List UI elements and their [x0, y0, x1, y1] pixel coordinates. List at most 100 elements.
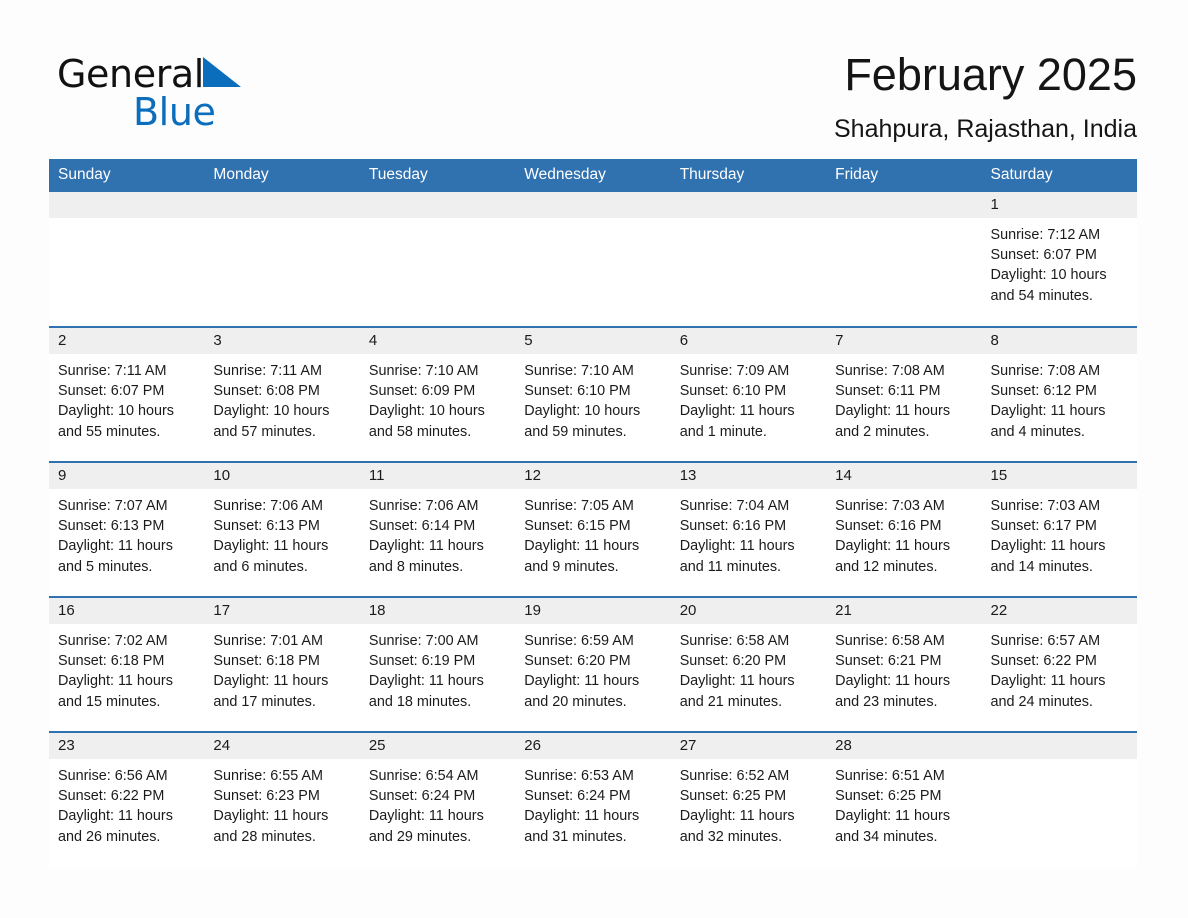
sunrise-text: Sunrise: 7:10 AM	[524, 363, 634, 379]
day-number: 19	[515, 598, 671, 624]
day-number: 25	[359, 733, 516, 759]
sunset-text: Sunset: 6:21 PM	[835, 653, 942, 670]
calendar-day-cell[interactable]: 13 Sunrise: 7:04 AM Sunset: 6:16 PM Dayligh…	[670, 461, 827, 597]
day-number: 23	[49, 733, 205, 759]
calendar-day-cell[interactable]: 21 Sunrise: 6:58 AM Sunset: 6:21 PM Dayligh…	[826, 596, 982, 732]
day-number	[981, 733, 1137, 759]
sunset-text: Sunset: 6:22 PM	[990, 653, 1097, 670]
sunset-text: Sunset: 6:20 PM	[679, 653, 787, 670]
daylight-text: Daylight: 11 hours and 11 minutes.	[679, 538, 795, 575]
calendar-body: 1 Sunrise: 7:12 AM Sunset: 6:07 PM Daylight…	[49, 192, 1137, 867]
day-number: 17	[204, 598, 360, 624]
day-details: Sunrise: 6:56 AM Sunset: 6:22 PM Daylight:…	[49, 759, 204, 847]
calendar-day-cell[interactable]: 11 Sunrise: 7:06 AM Sunset: 6:14 PM Dayligh…	[359, 461, 516, 597]
calendar-day-cell[interactable]: 10 Sunrise: 7:06 AM Sunset: 6:13 PM Dayligh…	[204, 461, 360, 597]
calendar-day-cell[interactable]: 16 Sunrise: 7:02 AM Sunset: 6:18 PM Dayligh…	[49, 596, 205, 732]
daylight-text: Daylight: 11 hours and 5 minutes.	[58, 538, 173, 575]
daylight-text: Daylight: 11 hours and 21 minutes.	[679, 673, 795, 710]
calendar-day-cell[interactable]: 25 Sunrise: 6:54 AM Sunset: 6:24 PM Dayligh…	[359, 731, 516, 867]
day-details: Sunrise: 7:07 AM Sunset: 6:13 PM Daylight:…	[49, 489, 204, 577]
sunrise-sunset-calendar-table: Sunday Monday Tuesday Wednesday Thursday…	[49, 159, 1137, 867]
sunset-text: Sunset: 6:25 PM	[679, 788, 787, 805]
calendar-day-cell[interactable]: 26 Sunrise: 6:53 AM Sunset: 6:24 PM Dayligh…	[515, 731, 671, 867]
daylight-text: Daylight: 11 hours and 17 minutes.	[213, 673, 329, 710]
calendar-day-cell[interactable]: 20 Sunrise: 6:58 AM Sunset: 6:20 PM Dayligh…	[670, 596, 827, 732]
day-details: Sunrise: 7:11 AM Sunset: 6:07 PM Daylight:…	[49, 354, 204, 442]
calendar-day-cell[interactable]: 6 Sunrise: 7:09 AM Sunset: 6:10 PM Daylight…	[670, 326, 827, 462]
day-details: Sunrise: 7:12 AM Sunset: 6:07 PM Daylight:…	[982, 218, 1137, 306]
calendar-day-cell-empty	[515, 192, 671, 327]
title-block: February 2025 Shahpura, Rajasthan, India	[834, 48, 1137, 144]
brand-logo[interactable]: General Blue	[57, 52, 357, 142]
calendar-week-row: 2 Sunrise: 7:11 AM Sunset: 6:07 PM Daylight…	[49, 326, 1137, 462]
sunset-text: Sunset: 6:14 PM	[368, 518, 476, 535]
calendar-week-row: 23 Sunrise: 6:56 AM Sunset: 6:22 PM Dayligh…	[49, 731, 1137, 867]
day-number: 11	[359, 463, 516, 489]
day-number: 15	[981, 463, 1137, 489]
sunset-text: Sunset: 6:15 PM	[524, 518, 631, 535]
calendar-day-cell[interactable]: 19 Sunrise: 6:59 AM Sunset: 6:20 PM Dayligh…	[515, 596, 671, 732]
calendar-day-cell[interactable]: 24 Sunrise: 6:55 AM Sunset: 6:23 PM Dayligh…	[204, 731, 360, 867]
calendar-day-cell[interactable]: 3 Sunrise: 7:11 AM Sunset: 6:08 PM Daylight…	[204, 326, 360, 462]
sunset-text: Sunset: 6:20 PM	[524, 653, 631, 670]
calendar-page: General Blue February 2025 Shahpura, Raj…	[0, 0, 1188, 918]
daylight-text: Daylight: 11 hours and 6 minutes.	[213, 538, 329, 575]
sunset-text: Sunset: 6:25 PM	[835, 788, 942, 805]
day-details: Sunrise: 7:02 AM Sunset: 6:18 PM Daylight:…	[49, 624, 204, 712]
column-header-monday: Monday	[204, 159, 360, 192]
sunset-text: Sunset: 6:09 PM	[368, 383, 476, 400]
calendar-day-cell[interactable]: 2 Sunrise: 7:11 AM Sunset: 6:07 PM Daylight…	[49, 326, 205, 462]
day-details: Sunrise: 7:06 AM Sunset: 6:14 PM Daylight:…	[360, 489, 515, 577]
day-details: Sunrise: 7:11 AM Sunset: 6:08 PM Daylight:…	[204, 354, 359, 442]
day-number: 18	[359, 598, 516, 624]
column-header-saturday: Saturday	[981, 159, 1137, 192]
daylight-text: Daylight: 11 hours and 34 minutes.	[835, 808, 951, 845]
day-number: 1	[981, 192, 1137, 218]
calendar-day-cell[interactable]: 28 Sunrise: 6:51 AM Sunset: 6:25 PM Dayligh…	[826, 731, 982, 867]
calendar-day-cell[interactable]: 5 Sunrise: 7:10 AM Sunset: 6:10 PM Daylight…	[515, 326, 671, 462]
calendar-day-cell-empty	[49, 192, 205, 327]
sunset-text: Sunset: 6:18 PM	[58, 653, 165, 670]
sunrise-text: Sunrise: 7:11 AM	[58, 363, 167, 379]
calendar-day-cell[interactable]: 12 Sunrise: 7:05 AM Sunset: 6:15 PM Dayligh…	[515, 461, 671, 597]
calendar-day-cell[interactable]: 14 Sunrise: 7:03 AM Sunset: 6:16 PM Dayligh…	[826, 461, 982, 597]
daylight-text: Daylight: 11 hours and 12 minutes.	[835, 538, 951, 575]
calendar-day-cell[interactable]: 22 Sunrise: 6:57 AM Sunset: 6:22 PM Dayligh…	[981, 596, 1137, 732]
daylight-text: Daylight: 10 hours and 55 minutes.	[58, 403, 174, 440]
calendar-day-cell[interactable]: 27 Sunrise: 6:52 AM Sunset: 6:25 PM Dayligh…	[670, 731, 827, 867]
calendar-day-cell[interactable]: 1 Sunrise: 7:12 AM Sunset: 6:07 PM Daylight…	[981, 192, 1137, 327]
calendar-day-cell[interactable]: 15 Sunrise: 7:03 AM Sunset: 6:17 PM Dayligh…	[981, 461, 1137, 597]
calendar-day-cell[interactable]: 23 Sunrise: 6:56 AM Sunset: 6:22 PM Dayligh…	[49, 731, 205, 867]
sunrise-text: Sunrise: 6:58 AM	[835, 633, 945, 649]
sunrise-text: Sunrise: 7:01 AM	[213, 633, 324, 649]
sunset-text: Sunset: 6:24 PM	[524, 788, 631, 805]
sunrise-text: Sunrise: 6:56 AM	[58, 768, 168, 784]
day-details: Sunrise: 6:55 AM Sunset: 6:23 PM Daylight:…	[204, 759, 359, 847]
day-number	[515, 192, 671, 218]
day-number: 4	[359, 328, 516, 354]
daylight-text: Daylight: 11 hours and 18 minutes.	[368, 673, 484, 710]
day-details: Sunrise: 7:03 AM Sunset: 6:17 PM Daylight:…	[982, 489, 1137, 577]
daylight-text: Daylight: 11 hours and 9 minutes.	[524, 538, 640, 575]
calendar-day-cell[interactable]: 18 Sunrise: 7:00 AM Sunset: 6:19 PM Dayligh…	[359, 596, 516, 732]
day-number: 3	[204, 328, 360, 354]
sunrise-text: Sunrise: 6:52 AM	[679, 768, 790, 784]
calendar-day-cell-empty	[204, 192, 360, 327]
sunrise-text: Sunrise: 7:08 AM	[835, 363, 945, 379]
calendar-day-cell[interactable]: 7 Sunrise: 7:08 AM Sunset: 6:11 PM Daylight…	[826, 326, 982, 462]
daylight-text: Daylight: 10 hours and 59 minutes.	[524, 403, 641, 440]
sunrise-text: Sunrise: 6:55 AM	[213, 768, 324, 784]
sunrise-text: Sunrise: 7:06 AM	[368, 498, 479, 514]
sunset-text: Sunset: 6:10 PM	[524, 383, 631, 400]
day-details: Sunrise: 7:06 AM Sunset: 6:13 PM Daylight:…	[204, 489, 359, 577]
page-header: General Blue February 2025 Shahpura, Raj…	[0, 0, 1188, 158]
calendar-day-cell[interactable]: 4 Sunrise: 7:10 AM Sunset: 6:09 PM Daylight…	[359, 326, 516, 462]
column-header-thursday: Thursday	[670, 159, 827, 192]
sunset-text: Sunset: 6:10 PM	[679, 383, 787, 400]
calendar-day-cell[interactable]: 17 Sunrise: 7:01 AM Sunset: 6:18 PM Dayligh…	[204, 596, 360, 732]
day-details: Sunrise: 6:52 AM Sunset: 6:25 PM Daylight:…	[671, 759, 826, 847]
calendar-day-cell[interactable]: 9 Sunrise: 7:07 AM Sunset: 6:13 PM Daylight…	[49, 461, 205, 597]
day-details: Sunrise: 7:00 AM Sunset: 6:19 PM Daylight:…	[360, 624, 515, 712]
day-number: 28	[826, 733, 982, 759]
calendar-day-cell[interactable]: 8 Sunrise: 7:08 AM Sunset: 6:12 PM Daylight…	[981, 326, 1137, 462]
